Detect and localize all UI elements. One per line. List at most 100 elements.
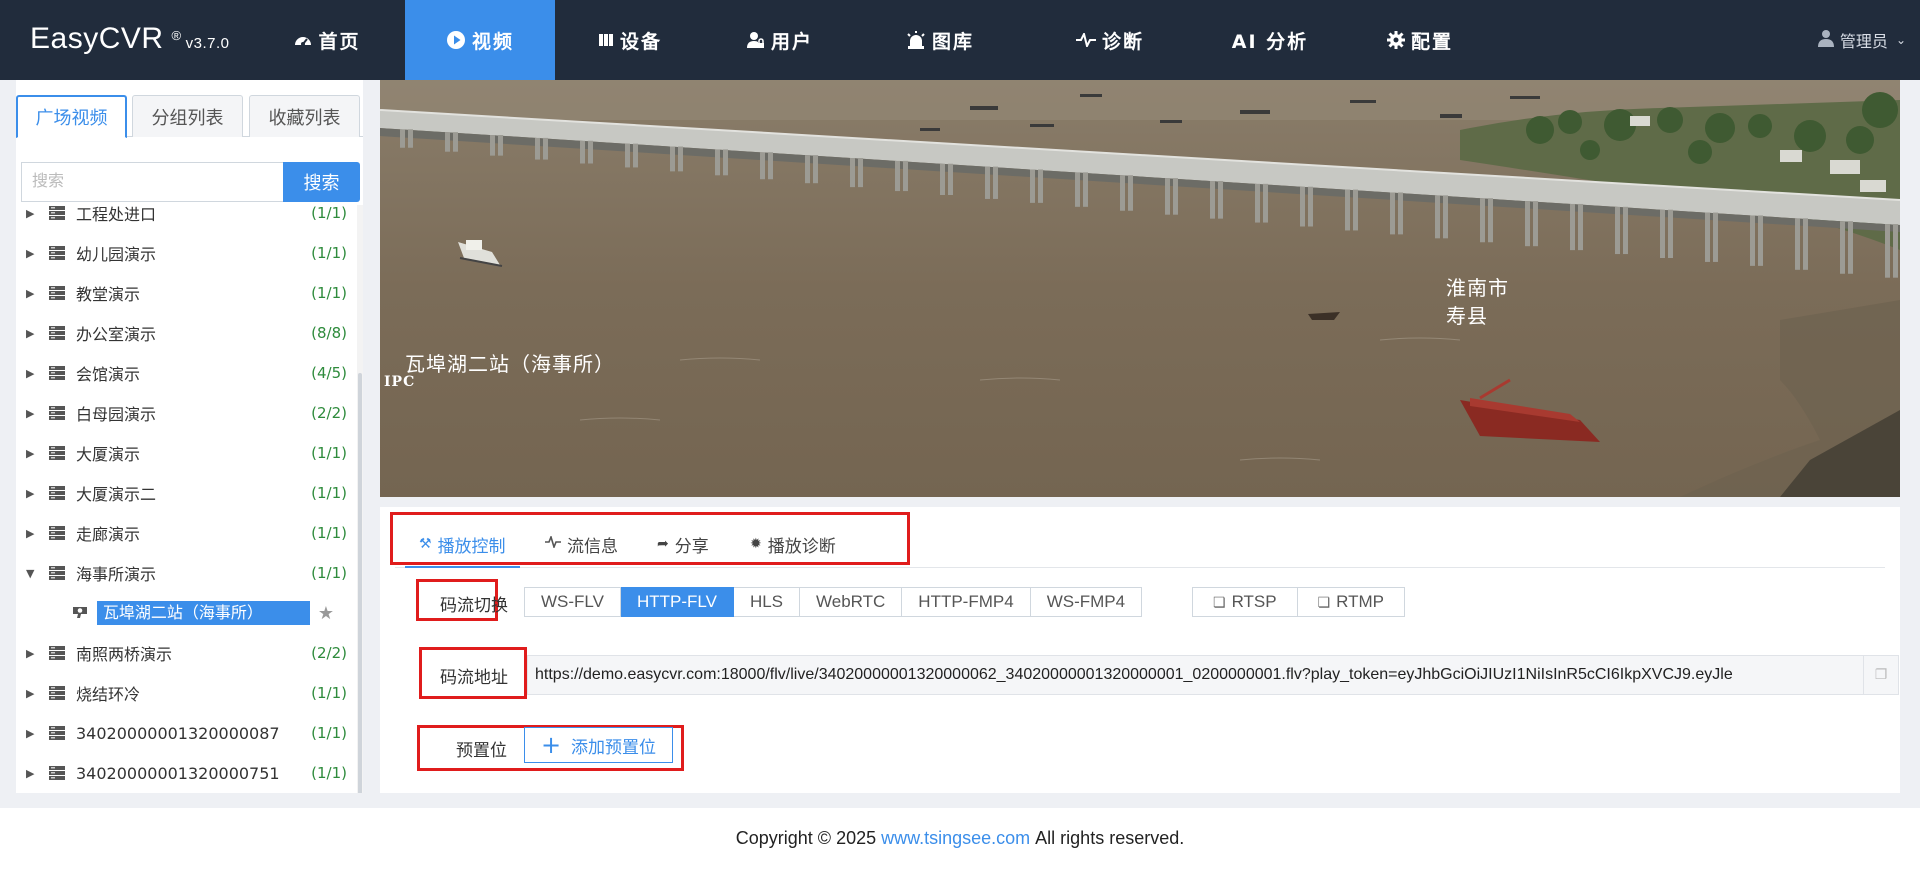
- tree-item-label: 烧结环冷: [76, 685, 141, 704]
- protocol-option[interactable]: HTTP-FLV: [620, 587, 734, 617]
- server-icon: [48, 565, 66, 581]
- search-input[interactable]: [21, 162, 283, 202]
- nav-user[interactable]: 用户: [705, 0, 855, 80]
- tree-item[interactable]: ▶ 34020000001320000087 (1/1): [16, 713, 363, 753]
- search-button[interactable]: 搜索: [283, 162, 360, 202]
- tree-item[interactable]: ▶ 幼儿园演示 (1/1): [16, 233, 363, 273]
- caret-right-icon[interactable]: ▶: [26, 687, 40, 700]
- caret-right-icon[interactable]: ▶: [26, 367, 40, 380]
- caret-right-icon[interactable]: ▶: [26, 487, 40, 500]
- caret-right-icon[interactable]: ▶: [26, 327, 40, 340]
- tree-scrollbar[interactable]: [357, 205, 363, 793]
- tree-item[interactable]: ▶ 烧结环冷 (1/1): [16, 673, 363, 713]
- brand-logo[interactable]: EasyCVR ® v3.7.0: [30, 22, 230, 56]
- highlight-box-tabs: [390, 512, 910, 565]
- server-icon: [48, 365, 66, 381]
- version-label: v3.7.0: [185, 35, 230, 52]
- tree-item-label: 34020000001320000751: [76, 763, 280, 783]
- protocol-option[interactable]: WebRTC: [800, 587, 903, 617]
- tree-item-count: (2/2): [311, 404, 347, 422]
- protocol-option[interactable]: HLS: [733, 587, 801, 617]
- caret-right-icon[interactable]: ▶: [26, 647, 40, 660]
- nav-label: 配置: [1410, 30, 1453, 53]
- tree-item-count: (2/2): [311, 644, 347, 662]
- server-icon: [48, 725, 66, 741]
- tree-item-count: (8/8): [311, 324, 347, 342]
- copy-url-button[interactable]: ❐: [1863, 655, 1899, 695]
- rights-text: All rights reserved.: [1035, 828, 1185, 848]
- search-bar: 搜索: [21, 162, 360, 202]
- alarm-icon: [906, 31, 926, 49]
- footer-link[interactable]: www.tsingsee.com: [881, 828, 1030, 849]
- tree-item[interactable]: ▶ 大厦演示二 (1/1): [16, 473, 363, 513]
- caret-right-icon[interactable]: ▶: [26, 207, 40, 220]
- tree-item[interactable]: ▶ 34020000001320000751 (1/1): [16, 753, 363, 793]
- nav-home[interactable]: 首页: [250, 0, 405, 80]
- tree-channel-selected[interactable]: 瓦埠湖二站（海事所） ★: [66, 600, 334, 626]
- tab-square-video[interactable]: 广场视频: [16, 95, 127, 138]
- nav-video[interactable]: 视频: [405, 0, 555, 80]
- nav-label: 用户: [770, 30, 813, 53]
- tree-item[interactable]: ▶ 办公室演示 (8/8): [16, 313, 363, 353]
- tree-item-count: (1/1): [311, 764, 347, 782]
- user-lock-icon: [746, 31, 765, 49]
- caret-right-icon[interactable]: ▶: [26, 527, 40, 540]
- tree-item[interactable]: ▶ 工程处进口 (1/1): [16, 205, 363, 233]
- tab-favorites[interactable]: 收藏列表: [249, 95, 360, 137]
- tree-item-count: (1/1): [311, 524, 347, 542]
- plus-icon: +: [540, 731, 562, 759]
- caret-right-icon[interactable]: ▶: [26, 727, 40, 740]
- stream-url-field[interactable]: https://demo.easycvr.com:18000/flv/live/…: [527, 655, 1863, 695]
- star-icon[interactable]: ★: [318, 603, 334, 624]
- scrollbar-thumb[interactable]: [358, 373, 362, 793]
- tree-item[interactable]: ▶ 大厦演示 (1/1): [16, 433, 363, 473]
- nav-diagnose[interactable]: 诊断: [1035, 0, 1185, 80]
- tree-item-label: 走廊演示: [76, 525, 141, 544]
- user-menu[interactable]: 管理员 ⌄: [1817, 0, 1906, 80]
- nav-ai-analysis[interactable]: AI 分析: [1195, 0, 1345, 80]
- user-icon: [1817, 29, 1834, 51]
- nav-gallery[interactable]: 图库: [855, 0, 1025, 80]
- protocol-option[interactable]: HTTP-FMP4: [902, 587, 1031, 617]
- tree-item-label: 南照两桥演示: [76, 645, 173, 664]
- copy-icon: ❐: [1874, 667, 1888, 683]
- caret-right-icon[interactable]: ▶: [26, 287, 40, 300]
- nav-device[interactable]: 设备: [555, 0, 705, 80]
- osd-tag: IPC: [384, 374, 416, 390]
- tree-item[interactable]: ▶ 会馆演示 (4/5): [16, 353, 363, 393]
- dashboard-icon: [294, 32, 312, 48]
- caret-right-icon[interactable]: ▶: [26, 447, 40, 460]
- sidebar: 广场视频 分组列表 收藏列表 搜索 ▶ 工程处进口 (1/1) ▶ 幼儿园演示 (1/1)…: [16, 80, 363, 793]
- nav-label: 设备: [619, 30, 662, 53]
- add-preset-button[interactable]: + 添加预置位: [524, 727, 673, 763]
- protocol-option[interactable]: WS-FLV: [524, 587, 621, 617]
- tab-group-list[interactable]: 分组列表: [132, 95, 243, 137]
- tree-item-count: (1/1): [311, 205, 347, 222]
- protocol-copy-button[interactable]: ❏ RTMP: [1297, 587, 1406, 617]
- protocol-selector: WS-FLV HTTP-FLV HLS WebRTC HTTP-FMP4 WS-FMP4: [524, 587, 1143, 617]
- caret-down-icon[interactable]: ▼: [26, 567, 40, 580]
- server-icon: [48, 685, 66, 701]
- caret-right-icon[interactable]: ▶: [26, 247, 40, 260]
- protocol-copy-label: RTMP: [1336, 592, 1385, 611]
- protocol-copy-label: RTSP: [1231, 592, 1277, 611]
- add-preset-label: 添加预置位: [571, 737, 657, 758]
- tree-item[interactable]: ▶ 南照两桥演示 (2/2): [16, 633, 363, 673]
- nav-label: 图库: [931, 30, 974, 53]
- tree-item[interactable]: ▼ 海事所演示 (1/1): [16, 553, 363, 593]
- control-panel: ⚒ 播放控制 流信息 ➦ 分享 ✹ 播放诊断 码流切换 WS-FLV HTTP-FLV H…: [380, 507, 1900, 793]
- tree-item-count: (4/5): [311, 364, 347, 382]
- nav-config[interactable]: 配置: [1345, 0, 1495, 80]
- tree-item[interactable]: ▶ 走廊演示 (1/1): [16, 513, 363, 553]
- tree-item-count: (1/1): [311, 564, 347, 582]
- protocol-copy-button[interactable]: ❏ RTSP: [1192, 587, 1298, 617]
- caret-right-icon[interactable]: ▶: [26, 767, 40, 780]
- video-player[interactable]: 淮南市 寿县 瓦埠湖二站（海事所） IPC: [380, 80, 1900, 497]
- tree-item[interactable]: ▶ 白母园演示 (2/2): [16, 393, 363, 433]
- caret-right-icon[interactable]: ▶: [26, 407, 40, 420]
- osd-city: 淮南市: [1446, 276, 1509, 300]
- brand-name: EasyCVR: [30, 22, 164, 55]
- tree-item-label: 会馆演示: [76, 365, 141, 384]
- tree-item[interactable]: ▶ 教堂演示 (1/1): [16, 273, 363, 313]
- protocol-option[interactable]: WS-FMP4: [1030, 587, 1143, 617]
